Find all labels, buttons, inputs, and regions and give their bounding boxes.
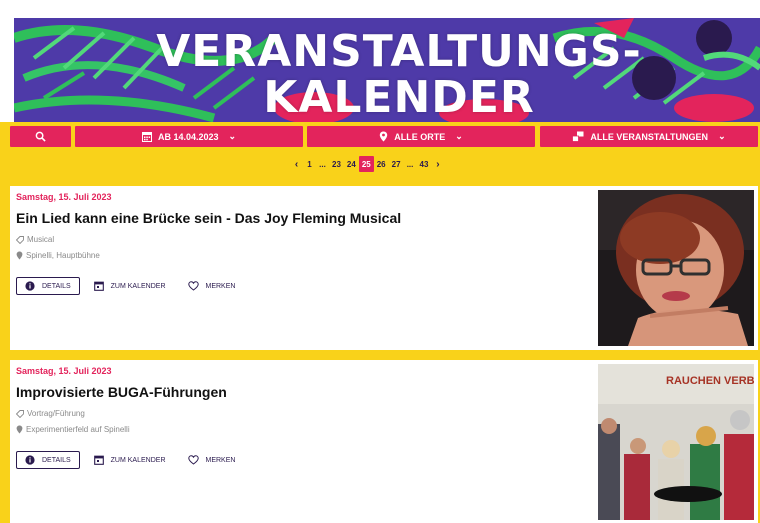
- event-date: Samstag, 15. Juli 2023: [16, 192, 112, 202]
- category-filter-button[interactable]: ALLE VERANSTALTUNGEN ⌄: [540, 126, 758, 147]
- event-category: Musical: [16, 235, 54, 244]
- event-location: Spinelli, Hauptbühne: [16, 251, 100, 260]
- date-filter-label: AB 14.04.2023: [157, 131, 219, 142]
- chevron-down-icon: ⌄: [718, 131, 726, 141]
- event-category-label: Vortrag/Führung: [27, 409, 85, 418]
- event-image[interactable]: [598, 190, 754, 346]
- event-photo-portrait: [598, 190, 754, 346]
- details-button[interactable]: DETAILS: [16, 451, 80, 469]
- add-to-calendar-button[interactable]: ZUM KALENDER: [93, 455, 166, 465]
- info-icon: [25, 281, 35, 291]
- pagination-page[interactable]: 23: [329, 156, 344, 172]
- location-pin-icon: [380, 131, 388, 142]
- event-actions: DETAILS ZUM KALENDER MERKEN: [16, 451, 235, 469]
- event-photo-group: RAUCHEN VERBO: [598, 364, 754, 520]
- tag-icon: [16, 235, 24, 244]
- bookmark-label: MERKEN: [205, 456, 236, 464]
- tag-icon: [16, 409, 24, 418]
- add-to-calendar-label: ZUM KALENDER: [110, 282, 166, 290]
- event-category-label: Musical: [27, 235, 55, 244]
- bookmark-label: MERKEN: [205, 282, 236, 290]
- event-actions: DETAILS ZUM KALENDER MERKEN: [16, 277, 235, 295]
- bookmark-button[interactable]: MERKEN: [187, 281, 236, 291]
- pagination-page[interactable]: 1: [303, 156, 316, 172]
- event-calendar-page: VERANSTALTUNGS- KALENDER AB 14.04.2023 ⌄…: [0, 0, 760, 523]
- add-to-calendar-label: ZUM KALENDER: [110, 456, 166, 464]
- date-filter-button[interactable]: AB 14.04.2023 ⌄: [75, 126, 303, 147]
- event-image[interactable]: RAUCHEN VERBO: [598, 364, 754, 520]
- pagination-page[interactable]: 27: [389, 156, 404, 172]
- header-banner: VERANSTALTUNGS- KALENDER: [14, 18, 760, 122]
- banner-title-line2: KALENDER: [263, 72, 535, 122]
- category-filter-label: ALLE VERANSTALTUNGEN: [590, 131, 709, 142]
- event-title[interactable]: Ein Lied kann eine Brücke sein - Das Joy…: [16, 210, 401, 226]
- location-pin-icon: [16, 425, 23, 434]
- pagination-prev-button[interactable]: ‹: [290, 156, 303, 172]
- location-filter-label: ALLE ORTE: [394, 131, 446, 142]
- banner-title-line1: VERANSTALTUNGS-: [156, 26, 642, 77]
- pagination-page[interactable]: 24: [344, 156, 359, 172]
- card-separator: [0, 350, 760, 360]
- event-category: Vortrag/Führung: [16, 409, 85, 418]
- image-sign-text: RAUCHEN VERBO: [666, 375, 754, 387]
- pagination-page[interactable]: 26: [374, 156, 389, 172]
- category-icon: [572, 131, 584, 142]
- heart-icon: [187, 281, 199, 291]
- chevron-down-icon: ⌄: [228, 131, 237, 141]
- calendar-icon: [93, 455, 104, 465]
- search-icon: [35, 131, 46, 142]
- calendar-icon: [93, 281, 104, 291]
- chevron-down-icon: ⌄: [455, 131, 463, 141]
- pagination-page[interactable]: 43: [417, 156, 432, 172]
- event-date: Samstag, 15. Juli 2023: [16, 366, 112, 376]
- location-filter-button[interactable]: ALLE ORTE ⌄: [307, 126, 535, 147]
- details-label: DETAILS: [42, 282, 71, 290]
- pagination-ellipsis: ...: [406, 159, 414, 169]
- search-button[interactable]: [10, 126, 71, 147]
- event-card: Samstag, 15. Juli 2023 Improvisierte BUG…: [10, 360, 758, 523]
- event-location-label: Spinelli, Hauptbühne: [26, 251, 100, 260]
- add-to-calendar-button[interactable]: ZUM KALENDER: [93, 281, 166, 291]
- bookmark-button[interactable]: MERKEN: [187, 455, 236, 465]
- event-location-label: Experimentierfeld auf Spinelli: [26, 425, 130, 434]
- calendar-icon: [141, 132, 152, 142]
- pagination-ellipsis: ...: [319, 159, 326, 169]
- pagination-current-page[interactable]: 25: [358, 156, 374, 172]
- details-button[interactable]: DETAILS: [16, 277, 80, 295]
- pagination-next-button[interactable]: ›: [431, 156, 444, 172]
- info-icon: [25, 455, 35, 465]
- event-title[interactable]: Improvisierte BUGA-Führungen: [16, 384, 227, 400]
- pagination: ‹ 1 ... 23 24 25 26 27 ... 43 ›: [290, 155, 444, 173]
- heart-icon: [187, 455, 199, 465]
- location-pin-icon: [16, 251, 23, 260]
- event-card: Samstag, 15. Juli 2023 Ein Lied kann ein…: [10, 186, 758, 350]
- details-label: DETAILS: [42, 456, 71, 464]
- event-location: Experimentierfeld auf Spinelli: [16, 425, 130, 434]
